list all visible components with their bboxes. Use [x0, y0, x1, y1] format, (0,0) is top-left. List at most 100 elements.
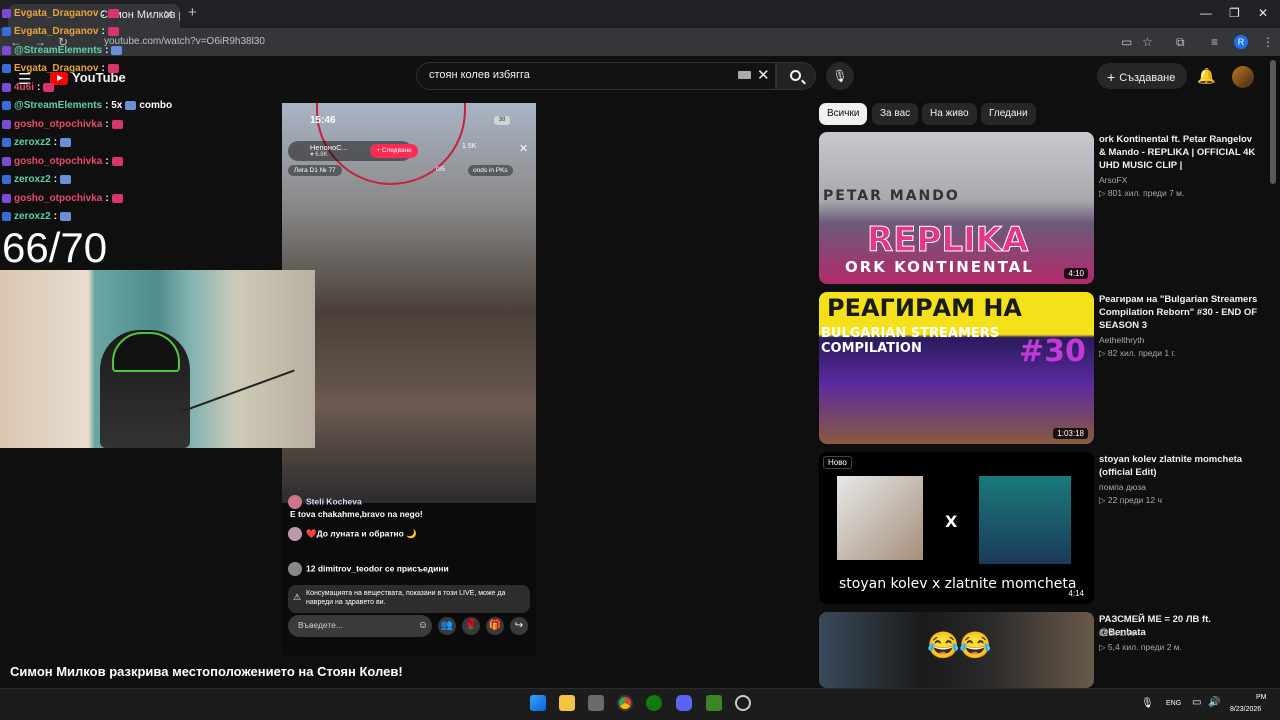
channel-name[interactable]: помпа дюза — [1099, 482, 1146, 492]
duration-badge: 4:14 — [1064, 588, 1088, 599]
chat-text: : — [105, 192, 109, 204]
thumb-title: РЕАГИРАМ НА — [827, 294, 1022, 322]
follow-button[interactable]: + Следване — [370, 144, 418, 158]
chat-username[interactable]: Evgata_Draganov — [14, 8, 98, 19]
close-window-button[interactable]: ✕ — [1258, 6, 1268, 20]
user-badge-icon — [2, 156, 11, 166]
streamer-webcam — [0, 270, 315, 448]
xbox-icon[interactable] — [646, 695, 662, 711]
warning-text: Консумацията на веществата, показани в т… — [306, 590, 506, 606]
pk-banner[interactable]: onds in PKs — [468, 165, 513, 176]
notifications-bell-icon[interactable]: 🔔 — [1197, 67, 1216, 85]
chat-text: : — [101, 63, 105, 75]
chat-text: : — [101, 7, 105, 19]
channel-name[interactable]: ArsoFX — [1099, 175, 1127, 185]
thumb-subtitle: ORK KONTINENTAL — [845, 258, 1034, 276]
emoji-icon[interactable]: ☺ — [414, 617, 432, 635]
thumb-x: X — [945, 512, 958, 531]
stream-caption: Симон Милков разкрива местоположението н… — [10, 664, 403, 679]
viewer-count: 1.5K — [462, 143, 477, 150]
extensions-icon[interactable]: ⧉ — [1176, 35, 1185, 50]
keyboard-icon[interactable] — [738, 71, 751, 79]
clock-date[interactable]: 8/23/2026 — [1230, 706, 1261, 713]
tray-mic-icon[interactable]: 🎙 — [1141, 698, 1154, 709]
scrollbar[interactable] — [1270, 60, 1276, 184]
chrome-icon[interactable] — [617, 695, 633, 711]
chat-message: gosho_otpochivka: — [0, 115, 210, 134]
chat-text: : — [53, 137, 58, 149]
video-thumbnail[interactable]: PETAR MANDO REPLIKA ORK KONTINENTAL 4:10 — [819, 132, 1094, 284]
chip-for-you[interactable]: За вас — [872, 103, 919, 125]
volume-icon[interactable]: 🔊 — [1208, 697, 1220, 708]
commenter-avatar — [288, 527, 302, 541]
chat-username[interactable]: zeroxz2 — [14, 137, 51, 148]
user-badge-icon — [2, 138, 11, 148]
chip-all[interactable]: Всички — [819, 103, 868, 125]
close-live-icon[interactable]: ✕ — [519, 142, 528, 155]
video-title[interactable]: Реагирам на "Bulgarian Streamers Compila… — [1099, 293, 1259, 332]
chat-username[interactable]: gosho_otpochivka — [14, 193, 102, 204]
file-explorer-icon[interactable] — [559, 695, 575, 711]
discord-icon[interactable] — [676, 695, 692, 711]
chat-text: : — [53, 174, 58, 186]
chip-watched[interactable]: Гледани — [981, 103, 1036, 125]
create-label: Създаване — [1119, 72, 1176, 84]
url-field[interactable]: youtube.com/watch?v=O6iR9h38l30 — [88, 33, 1108, 51]
thumb-caption: stoyan kolev x zlatnite momcheta — [839, 576, 1077, 592]
obs-icon[interactable] — [735, 695, 751, 711]
profile-avatar[interactable]: R — [1234, 35, 1248, 49]
chat-username[interactable]: Evgata_Draganov — [14, 63, 98, 74]
channel-avatar[interactable] — [1232, 66, 1254, 88]
share-icon[interactable]: ↪ — [510, 617, 528, 635]
chat-username[interactable]: @StreamElements — [14, 100, 102, 111]
video-thumbnail[interactable]: РЕАГИРАМ НА BULGARIAN STREAMERS COMPILAT… — [819, 292, 1094, 444]
gift-icon[interactable]: 🎁 — [486, 617, 504, 635]
start-icon[interactable] — [530, 695, 546, 711]
channel-name[interactable]: 413k Live — [1099, 628, 1135, 638]
search-button[interactable] — [776, 62, 816, 90]
mic-arm — [181, 369, 295, 413]
video-title[interactable]: stoyan kolev zlatnite momcheta (official… — [1099, 453, 1259, 479]
chat-username[interactable]: zeroxz2 — [14, 174, 51, 185]
create-button[interactable]: + Създаване — [1097, 63, 1187, 89]
search-input[interactable]: стоян колев избягга — [416, 62, 776, 90]
league-badge[interactable]: Лига D1 № 77 — [288, 165, 342, 176]
join-notice: 12 dimitrov_teodor се присъедини — [288, 562, 528, 576]
chat-username[interactable]: Evgata_Draganov — [14, 26, 98, 37]
browser-menu-icon[interactable]: ⋮ — [1262, 35, 1274, 49]
joiner-avatar — [288, 562, 302, 576]
cast-icon[interactable]: ▭ — [1121, 35, 1132, 49]
clear-search-icon[interactable]: ✕ — [757, 66, 770, 84]
microphone-icon[interactable]: 🎙 — [826, 62, 854, 90]
emote-icon — [111, 156, 123, 166]
chat-username[interactable]: gosho_otpochivka — [14, 156, 102, 167]
chat-username[interactable]: @StreamElements — [14, 45, 102, 56]
network-icon[interactable]: ▭ — [1192, 697, 1201, 708]
emote-icon — [107, 64, 119, 74]
bookmark-star-icon[interactable]: ☆ — [1142, 35, 1153, 49]
people-icon[interactable]: 👥 — [438, 617, 456, 635]
minimize-button[interactable]: — — [1200, 6, 1212, 20]
reading-list-icon[interactable]: ≡ — [1211, 35, 1218, 49]
video-thumbnail[interactable]: Ново X stoyan kolev x zlatnite momcheta … — [819, 452, 1094, 604]
chat-username[interactable]: zeroxz2 — [14, 211, 51, 222]
emote-icon — [60, 138, 72, 148]
video-thumbnail[interactable]: 😂😂 — [819, 612, 1094, 688]
host-info[interactable]: НепоноС... ♥ 6.8K + Следване — [288, 141, 418, 161]
rose-icon[interactable]: 🌹 — [462, 617, 480, 635]
comment-input[interactable]: Въведете... — [288, 615, 432, 637]
chat-text: : — [37, 81, 41, 93]
video-title[interactable]: ork Kontinental ft. Petar Rangelov & Man… — [1099, 133, 1259, 172]
minecraft-icon[interactable] — [706, 695, 722, 711]
emote-icon — [107, 8, 119, 18]
chat-text: : 5x — [105, 100, 123, 112]
chat-username[interactable]: 4u6i — [14, 82, 34, 93]
restore-button[interactable]: ❐ — [1229, 6, 1240, 20]
chat-username[interactable]: gosho_otpochivka — [14, 119, 102, 130]
chip-live[interactable]: На живо — [922, 103, 977, 125]
join-text: 12 dimitrov_teodor се присъедини — [306, 563, 449, 574]
clock-time[interactable]: PM — [1256, 694, 1267, 701]
language-indicator[interactable]: ENG — [1166, 700, 1181, 707]
channel-name[interactable]: Aethelthryth — [1099, 335, 1144, 345]
store-icon[interactable] — [588, 695, 604, 711]
